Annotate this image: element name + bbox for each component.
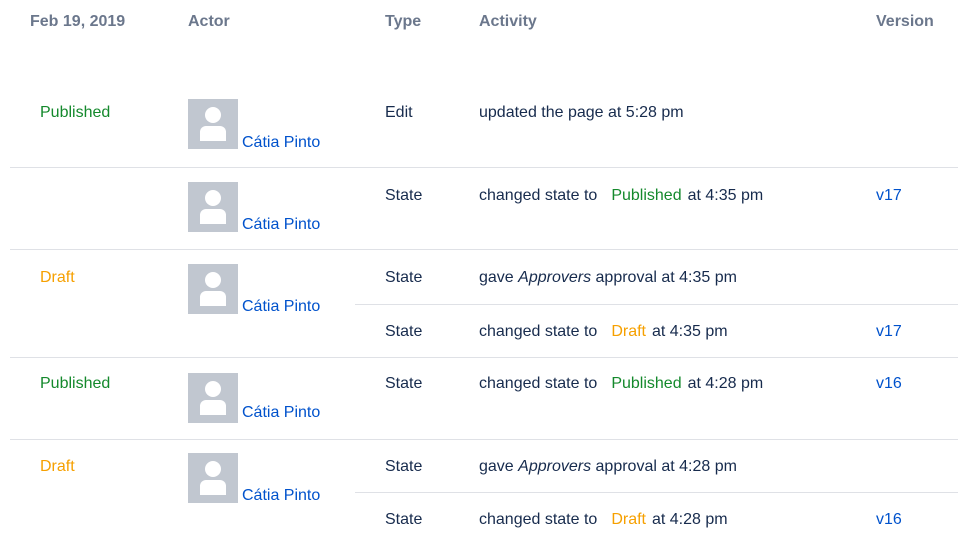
version-column-header: Version xyxy=(876,13,934,30)
state-published-label: Published xyxy=(611,187,682,204)
row-separator xyxy=(10,249,958,250)
state-draft-label: Draft xyxy=(611,511,646,528)
default-user-avatar-icon xyxy=(188,453,238,503)
activity-suffix: at 4:35 pm xyxy=(651,323,728,340)
activity-suffix: at 4:28 pm xyxy=(651,511,728,528)
state-published-label: Published xyxy=(40,375,111,392)
activity-text: gave Approvers approval at 4:35 pm xyxy=(479,267,737,289)
activity-type: State xyxy=(385,458,423,475)
activity-suffix: at 4:28 pm xyxy=(687,375,764,392)
date-column-header: Feb 19, 2019 xyxy=(30,13,126,30)
activity-type: Edit xyxy=(385,104,413,121)
actor-column-header: Actor xyxy=(188,13,230,30)
approvers-group: Approvers xyxy=(518,458,592,475)
activity-type: State xyxy=(385,187,423,204)
version-link[interactable]: v16 xyxy=(876,373,902,395)
activity-type: State xyxy=(385,269,423,286)
activity-column-header: Activity xyxy=(479,13,537,30)
sub-row-separator xyxy=(355,304,958,305)
activity-prefix: gave xyxy=(479,269,514,286)
activity-text: changed state to Draft at 4:28 pm xyxy=(479,509,728,531)
state-published-label: Published xyxy=(611,375,682,392)
type-column-header: Type xyxy=(385,13,422,30)
activity-prefix: changed state to xyxy=(479,511,598,528)
default-user-avatar-icon xyxy=(188,182,238,232)
actor-link[interactable]: Cátia Pinto xyxy=(242,132,320,154)
sub-row-separator xyxy=(355,492,958,493)
state-draft-label: Draft xyxy=(611,323,646,340)
version-link[interactable]: v17 xyxy=(876,185,902,207)
version-link[interactable]: v16 xyxy=(876,509,902,531)
activity-prefix: gave xyxy=(479,458,514,475)
actor-link[interactable]: Cátia Pinto xyxy=(242,402,320,424)
activity-text: gave Approvers approval at 4:28 pm xyxy=(479,456,737,478)
activity-text: updated the page at 5:28 pm xyxy=(479,104,684,121)
row-separator xyxy=(10,167,958,168)
activity-prefix: changed state to xyxy=(479,323,598,340)
version-link[interactable]: v17 xyxy=(876,321,902,343)
default-user-avatar-icon xyxy=(188,99,238,149)
state-published-label: Published xyxy=(40,104,111,121)
activity-type: State xyxy=(385,323,423,340)
row-separator xyxy=(10,357,958,358)
activity-text: changed state to Draft at 4:35 pm xyxy=(479,321,728,343)
actor-link[interactable]: Cátia Pinto xyxy=(242,214,320,236)
default-user-avatar-icon xyxy=(188,373,238,423)
actor-link[interactable]: Cátia Pinto xyxy=(242,485,320,507)
activity-type: State xyxy=(385,375,423,392)
activity-text: changed state to Published at 4:35 pm xyxy=(479,185,763,207)
activity-prefix: changed state to xyxy=(479,187,598,204)
activity-suffix: approval at 4:35 pm xyxy=(595,269,737,286)
state-draft-label: Draft xyxy=(40,269,75,286)
default-user-avatar-icon xyxy=(188,264,238,314)
activity-suffix: approval at 4:28 pm xyxy=(595,458,737,475)
approvers-group: Approvers xyxy=(518,269,592,286)
row-separator xyxy=(10,439,958,440)
activity-text: changed state to Published at 4:28 pm xyxy=(479,373,763,395)
activity-suffix: at 4:35 pm xyxy=(687,187,764,204)
activity-prefix: changed state to xyxy=(479,375,598,392)
state-draft-label: Draft xyxy=(40,458,75,475)
activity-type: State xyxy=(385,511,423,528)
actor-link[interactable]: Cátia Pinto xyxy=(242,296,320,318)
